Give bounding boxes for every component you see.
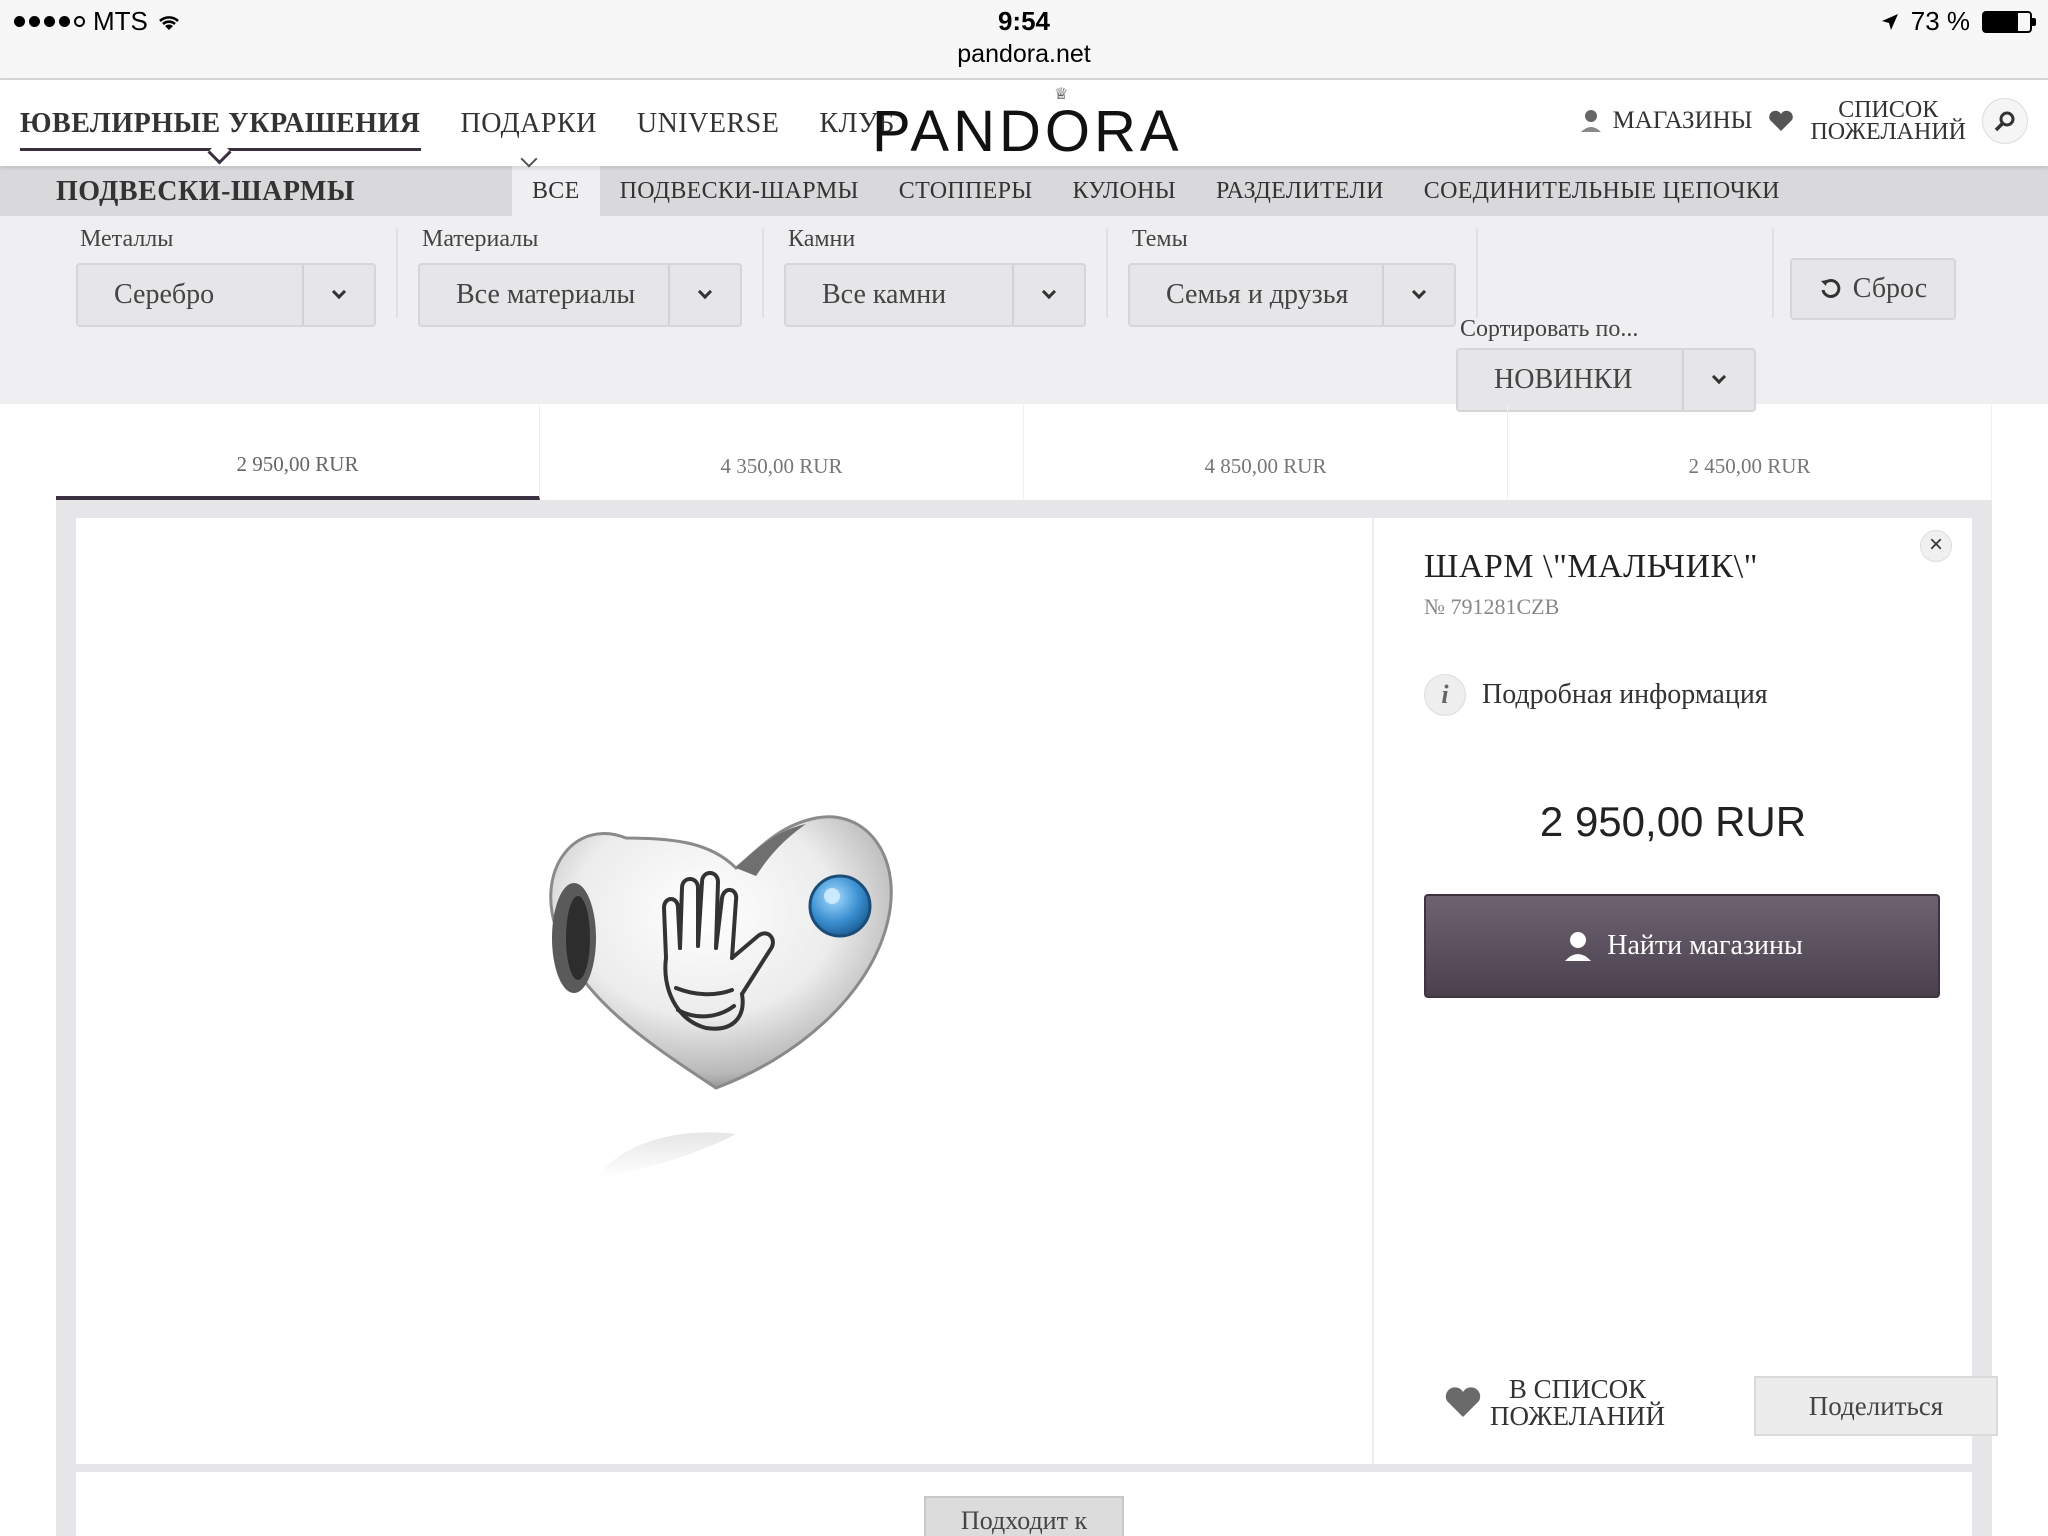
product-tab-4[interactable]: 2 450,00 RUR [1508, 404, 1992, 500]
stones-value: Все камни [822, 279, 947, 310]
store-pin-icon [1565, 932, 1592, 961]
add-to-wishlist-button[interactable]: В СПИСОК ПОЖЕЛАНИЙ [1444, 1376, 1665, 1430]
nav-gifts-label: ПОДАРКИ [460, 108, 597, 139]
filter-themes-label: Темы [1132, 226, 1188, 252]
details-link[interactable]: i Подробная информация [1424, 674, 1768, 716]
product-detail: × ШАРМ \"МАЛЬЧИК\" № 791281CZB i Подробн… [76, 518, 1998, 1464]
tab-all[interactable]: ВСЕ [512, 166, 600, 216]
chevron-down-icon [668, 265, 740, 325]
divider [1476, 228, 1478, 318]
sort-select[interactable]: НОВИНКИ [1456, 348, 1756, 412]
metals-value: Серебро [114, 279, 215, 310]
reset-label: Сброс [1852, 273, 1928, 304]
filter-stones-label: Камни [788, 226, 856, 252]
store-pin-icon [1580, 110, 1601, 132]
sort-value: НОВИНКИ [1494, 364, 1633, 395]
materials-select[interactable]: Все материалы [418, 263, 742, 327]
site-header: ЮВЕЛИРНЫЕ УКРАШЕНИЯ ПОДАРКИ UNIVERSE КЛУ… [0, 80, 2048, 168]
stones-select[interactable]: Все камни [784, 263, 1086, 327]
battery-percent: 73 % [1910, 6, 1970, 36]
category-title: ПОДВЕСКИ-ШАРМЫ [56, 176, 355, 207]
chevron-down-icon [1012, 265, 1084, 325]
reset-icon [1820, 278, 1841, 298]
fits-with-button[interactable]: Подходит к [924, 1496, 1124, 1536]
wishlist-label-line2: ПОЖЕЛАНИЙ [1810, 119, 1966, 145]
nav-jewelry[interactable]: ЮВЕЛИРНЫЕ УКРАШЕНИЯ [20, 108, 421, 151]
product-tab-3[interactable]: 4 850,00 RUR [1024, 404, 1508, 500]
sort-label: Сортировать по... [1460, 316, 1639, 342]
materials-value: Все материалы [456, 279, 636, 310]
details-label: Подробная информация [1482, 679, 1768, 710]
address-bar-url[interactable]: pandora.net [0, 40, 2048, 69]
filter-materials-label: Материалы [422, 226, 539, 252]
divider [1106, 228, 1108, 318]
product-image-area [76, 518, 1374, 1464]
reset-button[interactable]: Сброс [1790, 258, 1956, 320]
themes-value: Семья и друзья [1166, 279, 1349, 310]
info-icon: i [1424, 674, 1466, 716]
share-button[interactable]: Поделиться [1754, 1376, 1998, 1436]
battery-icon [1982, 10, 2036, 33]
tab-safety-chains[interactable]: СОЕДИНИТЕЛЬНЫЕ ЦЕПОЧКИ [1404, 166, 1800, 216]
nav-gifts[interactable]: ПОДАРКИ [460, 108, 597, 168]
wishlist-link[interactable]: СПИСОК ПОЖЕЛАНИЙ [1810, 97, 1966, 145]
ios-status-bar: MTS 9:54 pandora.net 73 % [0, 0, 2048, 80]
search-button[interactable] [1982, 98, 2028, 144]
sort-group: НОВИНКИ [1456, 348, 1756, 412]
filter-metals-label: Металлы [80, 226, 174, 252]
chevron-down-icon [302, 265, 374, 325]
divider [396, 228, 398, 318]
tab-clips[interactable]: СТОППЕРЫ [879, 166, 1053, 216]
metals-select[interactable]: Серебро [76, 263, 376, 327]
divider [1772, 228, 1774, 318]
header-actions: МАГАЗИНЫ СПИСОК ПОЖЕЛАНИЙ [1579, 98, 2028, 144]
tab-charms[interactable]: ПОДВЕСКИ-ШАРМЫ [600, 166, 879, 216]
clock: 9:54 [997, 6, 1051, 36]
filter-metals: Металлы Серебро [76, 226, 376, 327]
chevron-down-icon [1682, 350, 1754, 410]
stores-link[interactable]: МАГАЗИНЫ [1579, 107, 1753, 135]
main-nav: ЮВЕЛИРНЫЕ УКРАШЕНИЯ ПОДАРКИ UNIVERSE КЛУ… [20, 108, 895, 168]
chevron-down-icon [520, 150, 538, 168]
close-icon: × [1928, 531, 1943, 558]
battery-fill [1984, 12, 2018, 31]
category-bar: ПОДВЕСКИ-ШАРМЫ ВСЕ ПОДВЕСКИ-ШАРМЫ СТОППЕ… [0, 166, 2048, 216]
battery-status: 73 % [1881, 6, 2036, 37]
heart-icon [1769, 110, 1794, 131]
close-button[interactable]: × [1920, 530, 1952, 562]
pandora-logo[interactable]: PANDORA [872, 98, 1179, 165]
product-tab-2[interactable]: 4 350,00 RUR [540, 404, 1024, 500]
search-icon [1994, 111, 2015, 132]
stores-label: МАГАЗИНЫ [1612, 107, 1753, 134]
divider [762, 228, 764, 318]
product-title: ШАРМ \"МАЛЬЧИК\" [1424, 548, 1759, 585]
filter-materials: Материалы Все материалы [418, 226, 742, 327]
product-price: 2 950,00 RUR [1539, 798, 1807, 845]
wishlist-line1: В СПИСОК [1508, 1374, 1647, 1404]
location-arrow-icon [1881, 13, 1898, 30]
tab-pendants[interactable]: КУЛОНЫ [1052, 166, 1195, 216]
find-stores-label: Найти магазины [1607, 930, 1803, 961]
product-tab-1[interactable]: 2 950,00 RUR [56, 404, 540, 500]
filter-themes: Темы Семья и друзья [1128, 226, 1456, 327]
chevron-down-icon [1382, 265, 1454, 325]
tab-spacers[interactable]: РАЗДЕЛИТЕЛИ [1196, 166, 1404, 216]
product-sku: № 791281CZB [1424, 594, 1560, 619]
filter-panel: Металлы Серебро Материалы Все материалы … [0, 216, 2048, 412]
product-price-tabs: 2 950,00 RUR 4 350,00 RUR 4 850,00 RUR 2… [56, 404, 1992, 500]
themes-select[interactable]: Семья и друзья [1128, 263, 1456, 327]
heart-icon [1445, 1387, 1481, 1417]
category-tabs: ВСЕ ПОДВЕСКИ-ШАРМЫ СТОППЕРЫ КУЛОНЫ РАЗДЕ… [512, 166, 1800, 216]
wishlist-line2: ПОЖЕЛАНИЙ [1490, 1401, 1665, 1431]
wishlist-label-line1: СПИСОК [1838, 97, 1939, 123]
fits-with-section: Подходит к [76, 1472, 1972, 1536]
product-info: × ШАРМ \"МАЛЬЧИК\" № 791281CZB i Подробн… [1374, 518, 1998, 1464]
wishlist-text: В СПИСОК ПОЖЕЛАНИЙ [1490, 1376, 1665, 1430]
filter-stones: Камни Все камни [784, 226, 1086, 327]
find-stores-button[interactable]: Найти магазины [1424, 894, 1940, 998]
nav-universe[interactable]: UNIVERSE [637, 108, 779, 151]
product-image[interactable] [536, 758, 976, 1218]
